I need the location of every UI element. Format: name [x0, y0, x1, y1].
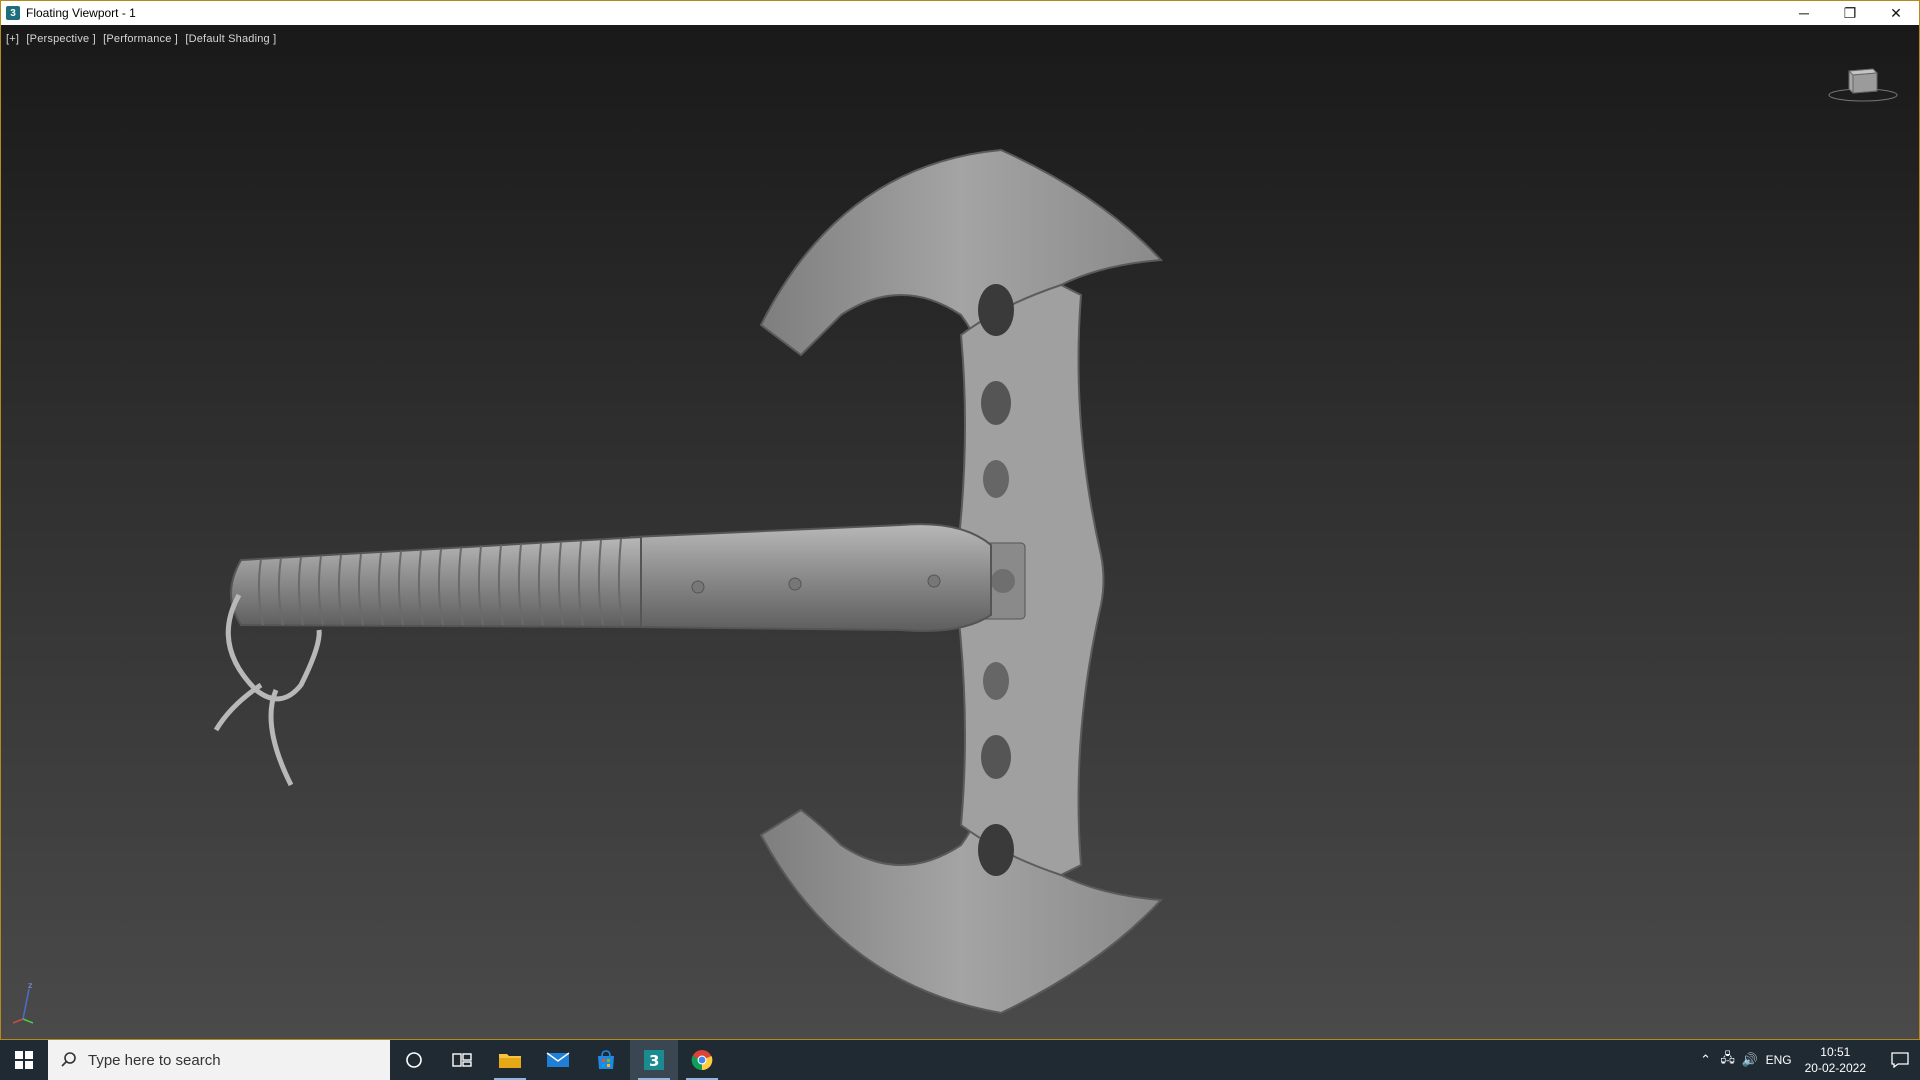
windows-taskbar: Type here to search 3 ⌃ 🖧 🔊 ENG 10:51 20…: [0, 1040, 1920, 1080]
start-button[interactable]: [0, 1040, 48, 1080]
title-bar: 3 Floating Viewport - 1 ─ ❐ ✕: [1, 1, 1919, 25]
search-placeholder: Type here to search: [88, 1051, 221, 1069]
clock[interactable]: 10:51 20-02-2022: [1805, 1044, 1866, 1076]
close-button[interactable]: ✕: [1873, 1, 1919, 25]
task-view-button[interactable]: [438, 1040, 486, 1080]
file-explorer-icon: [499, 1054, 521, 1068]
clock-time: 10:51: [1820, 1045, 1851, 1059]
windows-logo-icon: [15, 1051, 33, 1069]
minimize-button[interactable]: ─: [1781, 1, 1827, 25]
search-input[interactable]: Type here to search: [48, 1040, 390, 1080]
system-tray: ⌃ 🖧 🔊 ENG 10:51 20-02-2022: [1695, 1040, 1920, 1080]
notification-icon: [1891, 1052, 1909, 1068]
show-hidden-icons-chevron-icon[interactable]: ⌃: [1695, 1052, 1717, 1068]
app-icon: 3: [6, 6, 20, 20]
viewport-plus-menu[interactable]: [+]: [6, 33, 19, 45]
file-explorer-button[interactable]: [486, 1040, 534, 1080]
store-icon: [598, 1050, 614, 1069]
chrome-icon: [691, 1050, 713, 1071]
action-center-button[interactable]: [1880, 1052, 1920, 1068]
restore-button[interactable]: ❐: [1827, 1, 1873, 25]
mail-icon: [546, 1052, 570, 1067]
clock-date: 20-02-2022: [1804, 1061, 1866, 1075]
window-title: Floating Viewport - 1: [26, 6, 136, 20]
axis-gizmo: z: [12, 981, 34, 1024]
network-icon[interactable]: 🖧: [1717, 1049, 1739, 1071]
viewport-label-menu: [+] [Perspective ] [Performance ] [Defau…: [6, 33, 280, 45]
cortana-button[interactable]: [390, 1040, 438, 1080]
perspective-viewport[interactable]: [+] [Perspective ] [Performance ] [Defau…: [1, 25, 1919, 1039]
search-icon: [61, 1052, 76, 1067]
mail-button[interactable]: [534, 1040, 582, 1080]
viewcube[interactable]: [1827, 61, 1899, 105]
task-view-icon: [452, 1053, 472, 1067]
3ds-max-button[interactable]: 3: [630, 1040, 678, 1080]
axe-model[interactable]: [201, 125, 1221, 1025]
store-button[interactable]: [582, 1040, 630, 1080]
language-indicator[interactable]: ENG: [1761, 1053, 1797, 1067]
floating-viewport-window: 3 Floating Viewport - 1 ─ ❐ ✕ [+] [Persp…: [0, 0, 1920, 1040]
viewport-pov-menu[interactable]: [Perspective ]: [26, 33, 95, 45]
viewport-performance-menu[interactable]: [Performance ]: [103, 33, 178, 45]
viewport-shading-menu[interactable]: [Default Shading ]: [185, 33, 276, 45]
cortana-icon: [406, 1052, 422, 1068]
axis-z-label: z: [28, 981, 32, 990]
chrome-button[interactable]: [678, 1040, 726, 1080]
svg-text:3: 3: [649, 1052, 659, 1070]
3ds-max-icon: 3: [644, 1050, 664, 1070]
volume-icon[interactable]: 🔊: [1739, 1052, 1761, 1068]
